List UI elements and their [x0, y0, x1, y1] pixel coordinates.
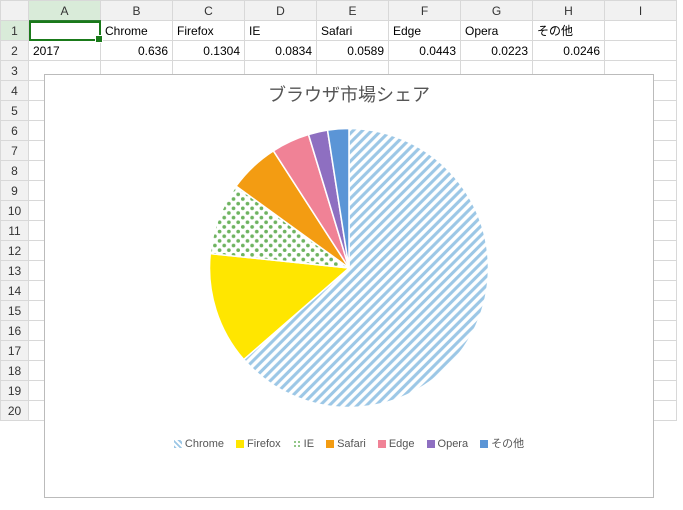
row-header-5[interactable]: 5 — [1, 101, 29, 121]
cell[interactable]: Safari — [317, 21, 389, 41]
row-header-10[interactable]: 10 — [1, 201, 29, 221]
col-header-G[interactable]: G — [461, 1, 533, 21]
legend-item: Edge — [378, 438, 415, 450]
row-header-4[interactable]: 4 — [1, 81, 29, 101]
cell[interactable]: 0.0443 — [389, 41, 461, 61]
row-header-7[interactable]: 7 — [1, 141, 29, 161]
legend-swatch — [427, 440, 435, 448]
chart-title: ブラウザ市場シェア — [45, 75, 653, 109]
cell[interactable]: Edge — [389, 21, 461, 41]
col-header-B[interactable]: B — [101, 1, 173, 21]
row-header-19[interactable]: 19 — [1, 381, 29, 401]
legend-label: Chrome — [185, 438, 224, 450]
legend-label: Edge — [389, 438, 415, 450]
col-header-D[interactable]: D — [245, 1, 317, 21]
legend-item: その他 — [480, 435, 524, 451]
corner-cell[interactable] — [1, 1, 29, 21]
cell[interactable]: 0.1304 — [173, 41, 245, 61]
legend-swatch — [293, 440, 301, 448]
legend-label: IE — [304, 438, 314, 450]
row-header-3[interactable]: 3 — [1, 61, 29, 81]
row-header-14[interactable]: 14 — [1, 281, 29, 301]
legend-swatch — [326, 440, 334, 448]
row-header-9[interactable]: 9 — [1, 181, 29, 201]
col-header-E[interactable]: E — [317, 1, 389, 21]
row-header-2[interactable]: 2 — [1, 41, 29, 61]
legend-item: Chrome — [174, 438, 224, 450]
row-header-13[interactable]: 13 — [1, 261, 29, 281]
col-header-I[interactable]: I — [605, 1, 677, 21]
row-header-11[interactable]: 11 — [1, 221, 29, 241]
row-header-16[interactable]: 16 — [1, 321, 29, 341]
row-header-6[interactable]: 6 — [1, 121, 29, 141]
legend-label: Opera — [438, 438, 469, 450]
legend-label: Safari — [337, 438, 366, 450]
col-header-H[interactable]: H — [533, 1, 605, 21]
cell[interactable]: 0.0223 — [461, 41, 533, 61]
legend-label: Firefox — [247, 438, 281, 450]
legend-item: Firefox — [236, 438, 281, 450]
cell[interactable]: 0.0589 — [317, 41, 389, 61]
cell[interactable] — [605, 41, 677, 61]
row-header-1[interactable]: 1 — [1, 21, 29, 41]
chart-legend: Chrome Firefox IE Safari Edge Opera その他 — [45, 423, 653, 451]
pie-chart — [194, 113, 504, 423]
legend-swatch — [174, 440, 182, 448]
row-header-8[interactable]: 8 — [1, 161, 29, 181]
cell[interactable]: Opera — [461, 21, 533, 41]
cell[interactable]: Chrome — [101, 21, 173, 41]
cell[interactable]: IE — [245, 21, 317, 41]
cell[interactable]: 0.636 — [101, 41, 173, 61]
legend-item: Opera — [427, 438, 469, 450]
col-header-F[interactable]: F — [389, 1, 461, 21]
row-header-20[interactable]: 20 — [1, 401, 29, 421]
legend-swatch — [236, 440, 244, 448]
cell[interactable] — [605, 21, 677, 41]
legend-item: IE — [293, 438, 314, 450]
chart[interactable]: ブラウザ市場シェア Chrome Firefox IE Safari Edge Opera… — [44, 74, 654, 498]
cell[interactable]: 0.0834 — [245, 41, 317, 61]
row-header-17[interactable]: 17 — [1, 341, 29, 361]
cell[interactable]: Firefox — [173, 21, 245, 41]
legend-item: Safari — [326, 438, 366, 450]
col-header-C[interactable]: C — [173, 1, 245, 21]
legend-swatch — [480, 440, 488, 448]
legend-label: その他 — [491, 438, 524, 450]
cell[interactable]: 2017 — [29, 41, 101, 61]
col-header-A[interactable]: A — [29, 1, 101, 21]
row-header-15[interactable]: 15 — [1, 301, 29, 321]
legend-swatch — [378, 440, 386, 448]
cell[interactable] — [29, 21, 101, 41]
row-header-12[interactable]: 12 — [1, 241, 29, 261]
cell[interactable]: その他 — [533, 21, 605, 41]
row-header-18[interactable]: 18 — [1, 361, 29, 381]
cell[interactable]: 0.0246 — [533, 41, 605, 61]
